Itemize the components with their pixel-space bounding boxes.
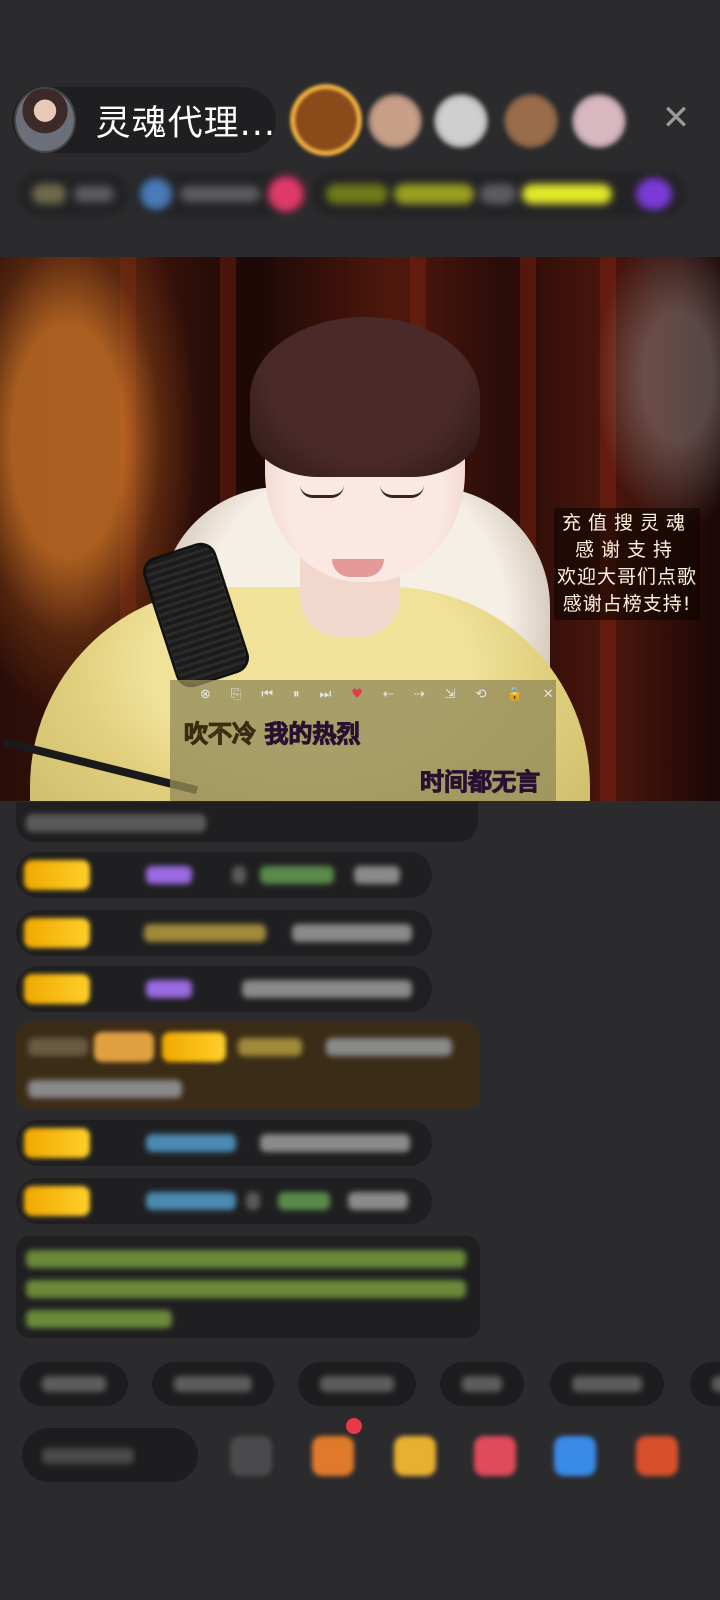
gem-icon — [104, 917, 136, 949]
chat-message[interactable] — [16, 966, 432, 1012]
level-badge — [24, 974, 90, 1004]
quick-reply-5[interactable] — [550, 1362, 664, 1406]
vip-badge — [94, 1032, 154, 1062]
stop-icon[interactable]: ⊗ — [200, 687, 211, 702]
karaoke-lyrics-panel: ⊗ ⎘ ⏮ ⏸ ⏭ ♥ ⇠ ⇢ ⇲ ⟲ 🔒 ✕ 吹不冷 我的热烈 时间都无言 — [170, 680, 556, 801]
copy-icon[interactable]: ⎘ — [231, 687, 241, 702]
close-icon[interactable]: ✕ — [658, 100, 694, 136]
level-badge — [162, 1032, 226, 1062]
emoji-icon[interactable] — [230, 1436, 272, 1476]
host-name: 灵魂代理... — [95, 103, 276, 144]
lyric-line-1: 吹不冷 我的热烈 — [184, 714, 361, 749]
lyric-sung: 吹不冷 — [184, 720, 257, 749]
info-chip-rank[interactable] — [18, 172, 128, 216]
arrow-right-icon[interactable]: ⇢ — [414, 687, 425, 702]
host-eye-left — [300, 485, 344, 498]
pause-icon[interactable]: ⏸ — [293, 687, 300, 702]
previous-icon[interactable]: ⏮ — [261, 687, 273, 702]
info-chip-hot[interactable] — [134, 172, 306, 216]
chat-input[interactable] — [22, 1428, 198, 1482]
host-eye-right — [380, 485, 424, 498]
top-viewer-avatar-1[interactable] — [290, 84, 362, 156]
lock-icon[interactable]: 🔒 — [507, 687, 523, 702]
top-viewer-avatar-4[interactable] — [504, 94, 558, 148]
notice-line-2: 感谢支持 — [574, 539, 679, 561]
quick-reply-4[interactable] — [440, 1362, 524, 1406]
chat-message[interactable] — [16, 852, 432, 898]
lyric-line-2: 时间都无言 — [420, 768, 541, 797]
quick-reply-3[interactable] — [298, 1362, 416, 1406]
notice-line-4: 感谢占榜支持! — [562, 593, 692, 615]
quick-reply-2[interactable] — [152, 1362, 274, 1406]
gift-icon[interactable] — [636, 1436, 678, 1476]
next-icon[interactable]: ⏭ — [320, 687, 332, 702]
lyric-upcoming: 我的热烈 — [264, 720, 361, 749]
level-badge — [24, 1128, 90, 1158]
close-player-icon[interactable]: ✕ — [543, 687, 554, 702]
notice-line-3: 欢迎大哥们点歌 — [556, 566, 697, 588]
heart-gift-icon[interactable] — [474, 1436, 516, 1476]
notice-line-1: 充值搜灵魂 — [561, 512, 692, 534]
expand-icon[interactable]: ⇲ — [445, 687, 456, 702]
chat-message[interactable] — [16, 910, 432, 956]
top-viewer-avatar-2[interactable] — [368, 94, 422, 148]
quick-reply-1[interactable] — [20, 1362, 128, 1406]
gem-icon — [104, 859, 136, 891]
notification-dot — [346, 1418, 362, 1434]
level-badge — [24, 1186, 90, 1216]
heart-icon[interactable]: ♥ — [351, 687, 363, 702]
quick-reply-6[interactable] — [690, 1362, 720, 1406]
game-icon[interactable] — [554, 1436, 596, 1476]
arrow-left-icon[interactable]: ⇠ — [383, 687, 394, 702]
chat-message[interactable] — [16, 1120, 432, 1166]
level-badge — [24, 918, 90, 948]
loop-icon[interactable]: ⟲ — [476, 687, 487, 702]
stream-notice: 充值搜灵魂 感谢支持 欢迎大哥们点歌 感谢占榜支持! — [554, 508, 700, 620]
chat-message[interactable] — [16, 802, 478, 842]
chat-message-highlighted[interactable] — [16, 1022, 480, 1110]
karaoke-player-controls: ⊗ ⎘ ⏮ ⏸ ⏭ ♥ ⇠ ⇢ ⇲ ⟲ 🔒 ✕ — [200, 684, 554, 704]
gift-box-icon[interactable] — [312, 1436, 354, 1476]
system-message — [16, 1236, 480, 1338]
host-hair — [250, 317, 480, 477]
top-viewer-avatar-3[interactable] — [434, 94, 488, 148]
level-badge — [24, 860, 90, 890]
treasure-icon[interactable] — [394, 1436, 436, 1476]
chat-message[interactable] — [16, 1178, 432, 1224]
gem-icon — [104, 973, 136, 1005]
gem-icon — [104, 1127, 136, 1159]
host-profile-pill[interactable]: 灵魂代理... — [12, 87, 276, 153]
gem-icon — [104, 1185, 136, 1217]
host-avatar[interactable] — [14, 87, 76, 153]
top-viewer-avatar-5[interactable] — [572, 94, 626, 148]
info-chip-banner[interactable] — [312, 172, 686, 216]
